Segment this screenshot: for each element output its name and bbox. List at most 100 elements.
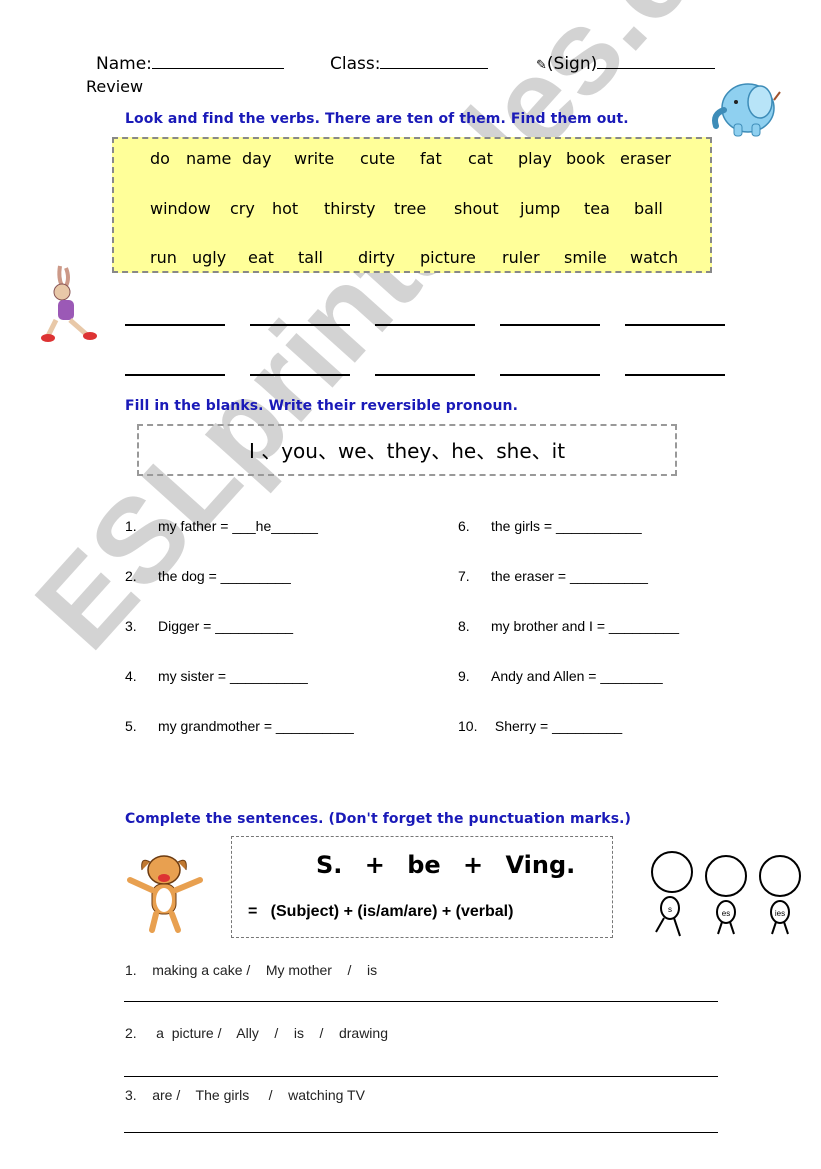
verb-word: ruler (502, 248, 540, 267)
item-number: 8. (458, 618, 470, 634)
verb-word: tall (298, 248, 323, 267)
fill-in-item: 9. Andy and Allen = ________ (458, 668, 663, 684)
name-blank[interactable] (151, 52, 284, 69)
verb-word: play (518, 149, 552, 168)
item-number: 2. (125, 568, 137, 584)
verb-word: jump (520, 199, 561, 218)
sign-blank[interactable] (597, 52, 716, 69)
verb-word: shout (454, 199, 499, 218)
formula-box: S. + be + Ving. = (Subject) + (is/am/are… (231, 836, 613, 938)
item-prompt: Digger = (158, 618, 216, 634)
item-prompt: the eraser = (491, 568, 570, 584)
item-answer-blank[interactable]: __________ (215, 618, 293, 634)
item-answer-blank[interactable]: ___he______ (232, 518, 318, 534)
verb-word: eat (248, 248, 274, 267)
item-answer-blank[interactable]: __________ (570, 568, 648, 584)
verb-answer-blank[interactable] (375, 324, 475, 326)
scrambled-sentence: 2. a picture / Ally / is / drawing (125, 1025, 388, 1041)
verb-word: book (566, 149, 605, 168)
item-number: 6. (458, 518, 470, 534)
fill-in-item: 10. Sherry = _________ (458, 718, 622, 734)
verb-answer-blank[interactable] (625, 374, 725, 376)
item-prompt: Andy and Allen = (491, 668, 601, 684)
item-prompt: Sherry = (491, 718, 553, 734)
section3-instruction: Complete the sentences. (Don't forget th… (125, 811, 632, 827)
verb-word: window (150, 199, 211, 218)
sign-field[interactable]: ✎(Sign) (536, 52, 716, 74)
name-label: Name: (96, 54, 152, 74)
fill-in-item: 2. the dog = _________ (125, 568, 291, 584)
kids-clipart: s es ies (651, 851, 801, 937)
item-prompt: my brother and I = (491, 618, 609, 634)
verb-word: ball (634, 199, 663, 218)
verb-answer-blank[interactable] (500, 374, 600, 376)
item-number: 3. (125, 618, 137, 634)
verb-word: name (186, 149, 232, 168)
pencil-icon: ✎ (536, 58, 547, 73)
item-prompt: the dog = (158, 568, 221, 584)
pronoun-box: I 、you、we、they、he、she、it (137, 424, 677, 476)
item-prompt: my grandmother = (158, 718, 276, 734)
verb-answer-blank[interactable] (250, 324, 350, 326)
sign-label: (Sign) (546, 54, 598, 74)
item-number: 4. (125, 668, 137, 684)
item-prompt: my father = (158, 518, 233, 534)
kid-label-es: es (722, 909, 730, 918)
section2-instruction: Fill in the blanks. Write their reversib… (125, 398, 518, 414)
verb-word: write (294, 149, 335, 168)
verb-word-box: do name day write cute fat cat play book eraser wi… (112, 137, 712, 273)
verb-word: day (242, 149, 272, 168)
name-field[interactable]: Name: (96, 52, 284, 74)
verb-word: ugly (192, 248, 227, 267)
class-field[interactable]: Class: (330, 52, 489, 74)
item-number: 10. (458, 718, 478, 734)
formula-expanded: = (Subject) + (is/am/are) + (verbal) (248, 903, 514, 920)
item-answer-blank[interactable]: _________ (552, 718, 622, 734)
fill-in-item: 3. Digger = __________ (125, 618, 293, 634)
verb-word: eraser (620, 149, 671, 168)
item-answer-blank[interactable]: __________ (230, 668, 308, 684)
item-answer-blank[interactable]: _________ (609, 618, 679, 634)
verb-answer-blank[interactable] (125, 374, 225, 376)
verb-answer-blank[interactable] (125, 324, 225, 326)
verb-answer-blank[interactable] (500, 324, 600, 326)
fill-in-item: 4. my sister = __________ (125, 668, 308, 684)
rabbit-clipart (41, 265, 97, 342)
verb-word: dirty (358, 248, 395, 267)
verb-answer-blank[interactable] (375, 374, 475, 376)
verb-word: cry (230, 199, 255, 218)
item-answer-blank[interactable]: __________ (276, 718, 354, 734)
item-prompt: my sister = (158, 668, 230, 684)
fill-in-item: 7. the eraser = __________ (458, 568, 648, 584)
verb-word: picture (420, 248, 476, 267)
item-answer-blank[interactable]: ________ (600, 668, 662, 684)
section1-instruction: Look and find the verbs. There are ten o… (125, 111, 629, 127)
class-blank[interactable] (380, 52, 489, 69)
fill-in-item: 1. my father = ___he______ (125, 518, 318, 534)
verb-word: do (150, 149, 170, 168)
sentence-answer-line[interactable] (124, 1001, 718, 1002)
verb-word: tea (584, 199, 610, 218)
item-answer-blank[interactable]: _________ (221, 568, 291, 584)
elephant-clipart (712, 83, 781, 137)
verb-answer-blank[interactable] (625, 324, 725, 326)
verb-word: thirsty (324, 199, 376, 218)
verb-answer-blank[interactable] (250, 374, 350, 376)
kid-label-ies: ies (775, 909, 785, 918)
verb-word: cat (468, 149, 493, 168)
fill-in-item: 8. my brother and I = _________ (458, 618, 679, 634)
item-number: 9. (458, 668, 470, 684)
sentence-answer-line[interactable] (124, 1076, 718, 1077)
scrambled-sentence: 3. are / The girls / watching TV (125, 1087, 365, 1103)
item-answer-blank[interactable]: ___________ (556, 518, 642, 534)
subtitle: Review (86, 77, 144, 96)
verb-word: hot (272, 199, 299, 218)
verb-word: fat (420, 149, 442, 168)
kid-label-s: s (668, 905, 672, 914)
sentence-answer-line[interactable] (124, 1132, 718, 1133)
class-label: Class: (330, 54, 381, 74)
verb-word: run (150, 248, 177, 267)
dog-clipart (127, 855, 203, 933)
fill-in-item: 6. the girls = ___________ (458, 518, 642, 534)
scrambled-sentence: 1. making a cake / My mother / is (125, 962, 378, 978)
